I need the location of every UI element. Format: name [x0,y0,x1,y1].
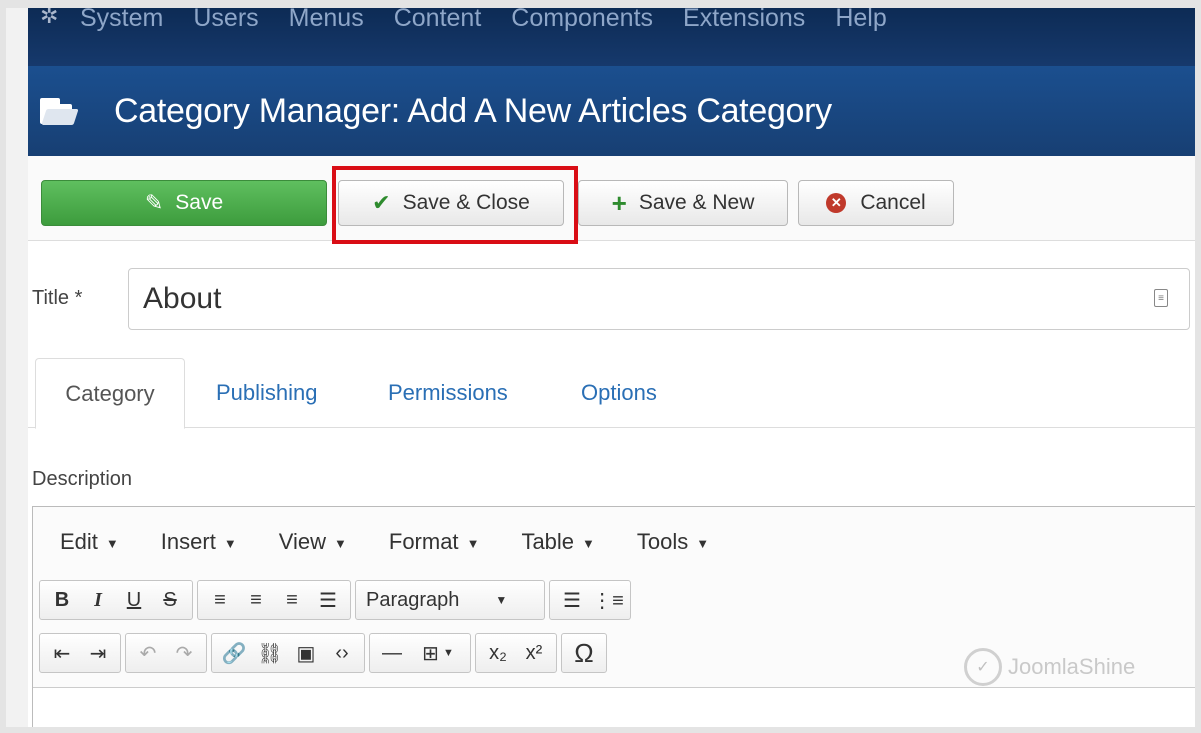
format-group: B I U S [39,580,193,620]
action-toolbar: ✎ Save ✔ Save & Close + Save & New ✕ Can… [28,156,1195,241]
indent-icon[interactable]: ⇥ [80,635,116,671]
watermark-text: JoomlaShine [1008,654,1136,679]
caret-down-icon: ▼ [334,535,347,551]
script-group: x₂ x² [475,633,557,673]
align-group: ≡ ≡ ≡ ☰ [197,580,351,620]
highlight-box [332,166,578,244]
cancel-button[interactable]: ✕ Cancel [798,180,954,226]
link-icon[interactable]: 🔗 [216,635,252,671]
tab-category[interactable]: Category [35,358,185,429]
table-icon[interactable]: ⊞ ▼ [410,635,466,671]
tab-publishing[interactable]: Publishing [216,380,318,406]
special-char-group: Ω [561,633,607,673]
bold-icon[interactable]: B [44,582,80,618]
nav-menus[interactable]: Menus [289,8,364,31]
input-helper-icon[interactable]: ≡ [1154,289,1168,307]
paragraph-select[interactable]: Paragraph ▼ [360,582,540,618]
structure-group: — ⊞ ▼ [369,633,471,673]
insert-group: 🔗 ⛓ ▣ ‹› [211,633,365,673]
joomla-logo-icon[interactable]: ✲ [40,8,80,33]
save-button[interactable]: ✎ Save [41,180,327,226]
watermark-logo-icon: ✓ [964,648,1002,686]
align-left-icon[interactable]: ≡ [202,582,238,618]
title-input[interactable] [128,268,1190,330]
editor-toolbar-row-2: ⇤ ⇥ ↶ ↷ 🔗 ⛓ ▣ ‹› — ⊞ ▼ x₂ x² Ω [39,633,611,673]
nav-system[interactable]: System [80,8,163,31]
save-button-label: Save [175,191,224,214]
nav-content[interactable]: Content [394,8,482,31]
page-title: Category Manager: Add A New Articles Cat… [114,91,832,130]
nav-help[interactable]: Help [835,8,886,31]
save-and-new-button[interactable]: + Save & New [578,180,788,226]
screenshot-frame: ✲ System Users Menus Content Components … [6,8,1195,727]
caret-down-icon: ▼ [582,535,595,551]
unlink-icon[interactable]: ⛓ [252,635,288,671]
nav-users[interactable]: Users [193,8,258,31]
caret-down-icon: ▼ [105,535,119,551]
indent-group: ⇤ ⇥ [39,633,121,673]
editor-content-area[interactable] [33,687,1195,727]
nav-components[interactable]: Components [511,8,653,31]
bullet-list-icon[interactable]: ☰ [554,582,590,618]
form-tabs: Category Publishing Permissions Options [28,358,1195,429]
undo-icon[interactable]: ↶ [130,635,166,671]
numbered-list-icon[interactable]: ⋮≡ [590,582,626,618]
menu-insert[interactable]: Insert ▼ [161,529,237,555]
caret-down-icon: ▼ [696,535,710,551]
folder-open-icon [40,96,79,126]
cancel-circle-icon: ✕ [826,193,847,213]
history-group: ↶ ↷ [125,633,207,673]
strikethrough-icon[interactable]: S [152,582,188,618]
title-label: Title * [32,287,83,309]
align-center-icon[interactable]: ≡ [238,582,274,618]
edit-icon: ✎ [144,190,164,215]
italic-icon[interactable]: I [80,582,116,618]
image-icon[interactable]: ▣ [288,635,324,671]
outdent-icon[interactable]: ⇤ [44,635,80,671]
caret-down-icon: ▼ [495,593,508,607]
rich-text-editor: Edit ▼ Insert ▼ View ▼ Format ▼ Table ▼ Tools… [32,506,1195,727]
superscript-icon[interactable]: x² [516,635,552,671]
page-header: Category Manager: Add A New Articles Cat… [28,66,1195,156]
align-justify-icon[interactable]: ☰ [310,582,346,618]
nav-extensions[interactable]: Extensions [683,8,805,31]
menu-view[interactable]: View ▼ [279,529,347,555]
subscript-icon[interactable]: x₂ [480,635,516,671]
tab-options[interactable]: Options [581,380,657,406]
underline-icon[interactable]: U [116,582,152,618]
align-right-icon[interactable]: ≡ [274,582,310,618]
watermark: ✓ JoomlaShine [964,648,1135,686]
block-format-group: Paragraph ▼ [355,580,545,620]
menu-edit[interactable]: Edit ▼ [60,529,119,555]
menu-format[interactable]: Format ▼ [389,529,480,555]
omega-icon[interactable]: Ω [566,635,602,671]
save-and-new-label: Save & New [638,191,755,214]
top-navigation: ✲ System Users Menus Content Components … [28,8,1195,66]
code-icon[interactable]: ‹› [324,635,360,671]
menu-table[interactable]: Table ▼ [521,529,594,555]
plus-icon: + [611,187,627,218]
cancel-label: Cancel [860,191,926,214]
tab-permissions[interactable]: Permissions [388,380,508,406]
editor-menubar: Edit ▼ Insert ▼ View ▼ Format ▼ Table ▼ Tools… [33,507,1195,577]
admin-app: ✲ System Users Menus Content Components … [28,8,1195,727]
horizontal-rule-icon[interactable]: — [374,635,410,671]
menu-tools[interactable]: Tools ▼ [637,529,709,555]
caret-down-icon: ▼ [466,535,480,551]
description-label: Description [32,468,133,490]
redo-icon[interactable]: ↷ [166,635,202,671]
editor-toolbar-row-1: B I U S ≡ ≡ ≡ ☰ Paragraph ▼ ☰ ⋮≡ [39,580,635,620]
list-group: ☰ ⋮≡ [549,580,631,620]
caret-down-icon: ▼ [223,535,237,551]
